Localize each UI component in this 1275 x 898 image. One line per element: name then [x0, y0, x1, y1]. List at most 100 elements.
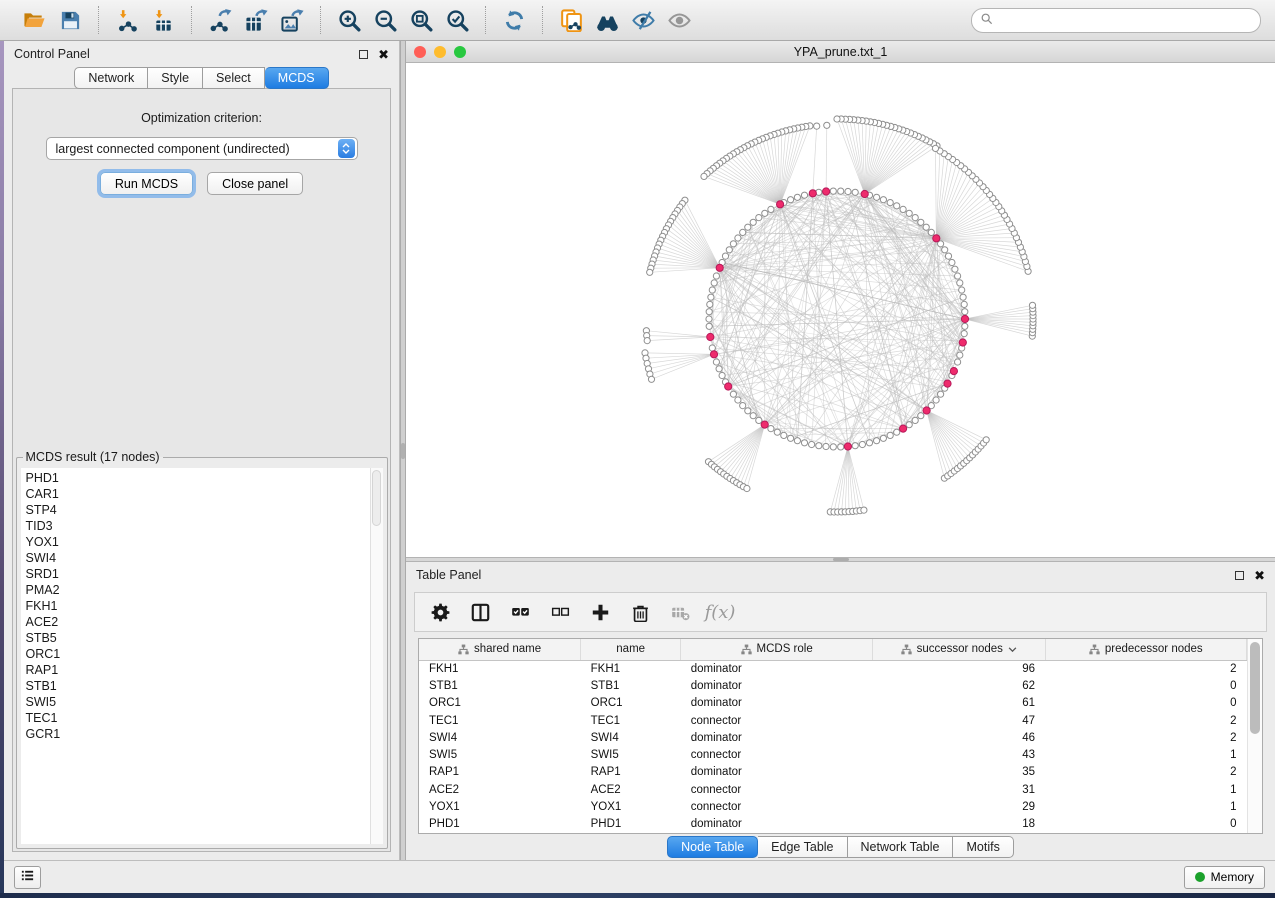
- table-row[interactable]: SWI5SWI5connector431: [419, 746, 1247, 763]
- result-node-label[interactable]: SWI5: [26, 694, 370, 710]
- node-table-container: shared namenameMCDS rolesuccessor nodesp…: [418, 638, 1263, 834]
- result-node-label[interactable]: SWI4: [26, 550, 370, 566]
- result-node-label[interactable]: STB5: [26, 630, 370, 646]
- table-row[interactable]: ACE2ACE2connector311: [419, 781, 1247, 798]
- tab-node-table[interactable]: Node Table: [667, 836, 758, 858]
- add-column-icon[interactable]: [587, 599, 613, 625]
- network-title: YPA_prune.txt_1: [406, 45, 1275, 59]
- result-node-label[interactable]: PMA2: [26, 582, 370, 598]
- table-row[interactable]: TEC1TEC1connector472: [419, 712, 1247, 729]
- float-panel-icon[interactable]: [1235, 571, 1244, 580]
- result-node-label[interactable]: TID3: [26, 518, 370, 534]
- mcds-result-list[interactable]: PHD1CAR1STP4TID3YOX1SWI4SRD1PMA2FKH1ACE2…: [21, 468, 370, 844]
- result-node-label[interactable]: CAR1: [26, 486, 370, 502]
- tab-network[interactable]: Network: [74, 67, 148, 89]
- tab-style[interactable]: Style: [148, 67, 203, 89]
- network-canvas[interactable]: [406, 63, 1275, 557]
- result-node-label[interactable]: ORC1: [26, 646, 370, 662]
- zoom-out-icon[interactable]: [369, 4, 401, 36]
- toolbar-separator: [191, 6, 192, 34]
- result-node-label[interactable]: GCR1: [26, 726, 370, 742]
- function-icon: f(x): [707, 599, 733, 625]
- result-node-label[interactable]: STP4: [26, 502, 370, 518]
- table-row[interactable]: YOX1YOX1connector291: [419, 798, 1247, 815]
- toolbar-separator: [542, 6, 543, 34]
- export-table-icon[interactable]: [240, 4, 272, 36]
- select-all-icon[interactable]: [507, 599, 533, 625]
- search-binoculars-icon[interactable]: [591, 4, 623, 36]
- column-layout-icon[interactable]: [467, 599, 493, 625]
- scrollbar-thumb[interactable]: [1250, 642, 1260, 734]
- tab-network-table[interactable]: Network Table: [848, 836, 954, 858]
- result-node-label[interactable]: FKH1: [26, 598, 370, 614]
- network-window-titlebar: YPA_prune.txt_1: [406, 41, 1275, 63]
- result-node-label[interactable]: STB1: [26, 678, 370, 694]
- close-panel-button[interactable]: Close panel: [207, 172, 303, 195]
- table-row[interactable]: SWI4SWI4dominator462: [419, 729, 1247, 746]
- control-panel-title: Control Panel: [14, 47, 359, 61]
- tab-motifs[interactable]: Motifs: [953, 836, 1013, 858]
- memory-button[interactable]: Memory: [1184, 866, 1265, 889]
- panel-list-button[interactable]: [14, 866, 41, 889]
- result-node-label[interactable]: SRD1: [26, 566, 370, 582]
- table-panel-title: Table Panel: [416, 568, 1235, 582]
- import-table-icon[interactable]: [147, 4, 179, 36]
- splitter-handle[interactable]: [401, 443, 405, 459]
- result-node-label[interactable]: PHD1: [26, 470, 370, 486]
- column-header[interactable]: predecessor nodes: [1045, 639, 1247, 660]
- toolbar-separator: [320, 6, 321, 34]
- optimization-selected-value: largest connected component (undirected): [47, 142, 338, 156]
- tab-mcds[interactable]: MCDS: [265, 67, 329, 89]
- close-panel-icon[interactable]: ✖: [378, 48, 389, 61]
- table-row[interactable]: ORC1ORC1dominator610: [419, 695, 1247, 712]
- table-scrollbar[interactable]: [1247, 639, 1262, 833]
- result-list-scrollbar[interactable]: [370, 468, 383, 844]
- delete-column-icon[interactable]: [627, 599, 653, 625]
- result-node-label[interactable]: YOX1: [26, 534, 370, 550]
- node-table[interactable]: shared namenameMCDS rolesuccessor nodesp…: [419, 639, 1247, 833]
- run-mcds-button[interactable]: Run MCDS: [100, 172, 193, 195]
- close-panel-icon[interactable]: ✖: [1254, 569, 1265, 582]
- result-node-label[interactable]: TEC1: [26, 710, 370, 726]
- splitter-handle[interactable]: [833, 558, 849, 561]
- column-header[interactable]: MCDS role: [681, 639, 873, 660]
- zoom-fit-icon[interactable]: [405, 4, 437, 36]
- table-row[interactable]: RAP1RAP1dominator352: [419, 764, 1247, 781]
- search-input[interactable]: [999, 13, 1252, 27]
- status-bar: Memory: [4, 860, 1275, 893]
- mcds-tab-content: Optimization criterion: largest connecte…: [12, 88, 391, 852]
- result-node-label[interactable]: ACE2: [26, 614, 370, 630]
- memory-status-dot: [1195, 872, 1205, 882]
- desktop-strip: Control Panel ✖ NetworkStyleSelectMCDS O…: [0, 41, 1275, 893]
- tab-edge-table[interactable]: Edge Table: [758, 836, 847, 858]
- hide-selected-icon[interactable]: [627, 4, 659, 36]
- clone-network-icon[interactable]: [555, 4, 587, 36]
- column-header[interactable]: shared name: [419, 639, 581, 660]
- search-icon: [980, 12, 994, 29]
- open-file-icon[interactable]: [18, 4, 50, 36]
- delete-table-icon: [667, 599, 693, 625]
- import-network-icon[interactable]: [111, 4, 143, 36]
- tab-select[interactable]: Select: [203, 67, 265, 89]
- optimization-select[interactable]: largest connected component (undirected): [46, 137, 358, 160]
- column-header[interactable]: successor nodes: [873, 639, 1045, 660]
- result-node-label[interactable]: RAP1: [26, 662, 370, 678]
- table-row[interactable]: FKH1FKH1dominator962: [419, 660, 1247, 677]
- settings-icon[interactable]: [427, 599, 453, 625]
- float-panel-icon[interactable]: [359, 50, 368, 59]
- zoom-selected-icon[interactable]: [441, 4, 473, 36]
- toolbar-separator: [98, 6, 99, 34]
- export-image-icon[interactable]: [276, 4, 308, 36]
- column-header[interactable]: name: [581, 639, 681, 660]
- table-row[interactable]: STB1STB1dominator620: [419, 677, 1247, 694]
- table-row[interactable]: PHD1PHD1dominator180: [419, 816, 1247, 833]
- refresh-layout-icon[interactable]: [498, 4, 530, 36]
- table-toolbar: f(x): [414, 592, 1267, 632]
- export-network-icon[interactable]: [204, 4, 236, 36]
- zoom-in-icon[interactable]: [333, 4, 365, 36]
- save-session-icon[interactable]: [54, 4, 86, 36]
- deselect-all-icon[interactable]: [547, 599, 573, 625]
- network-graph[interactable]: [406, 63, 1273, 557]
- control-panel-tabs: NetworkStyleSelectMCDS: [4, 67, 399, 89]
- control-panel-header: Control Panel ✖: [4, 41, 399, 67]
